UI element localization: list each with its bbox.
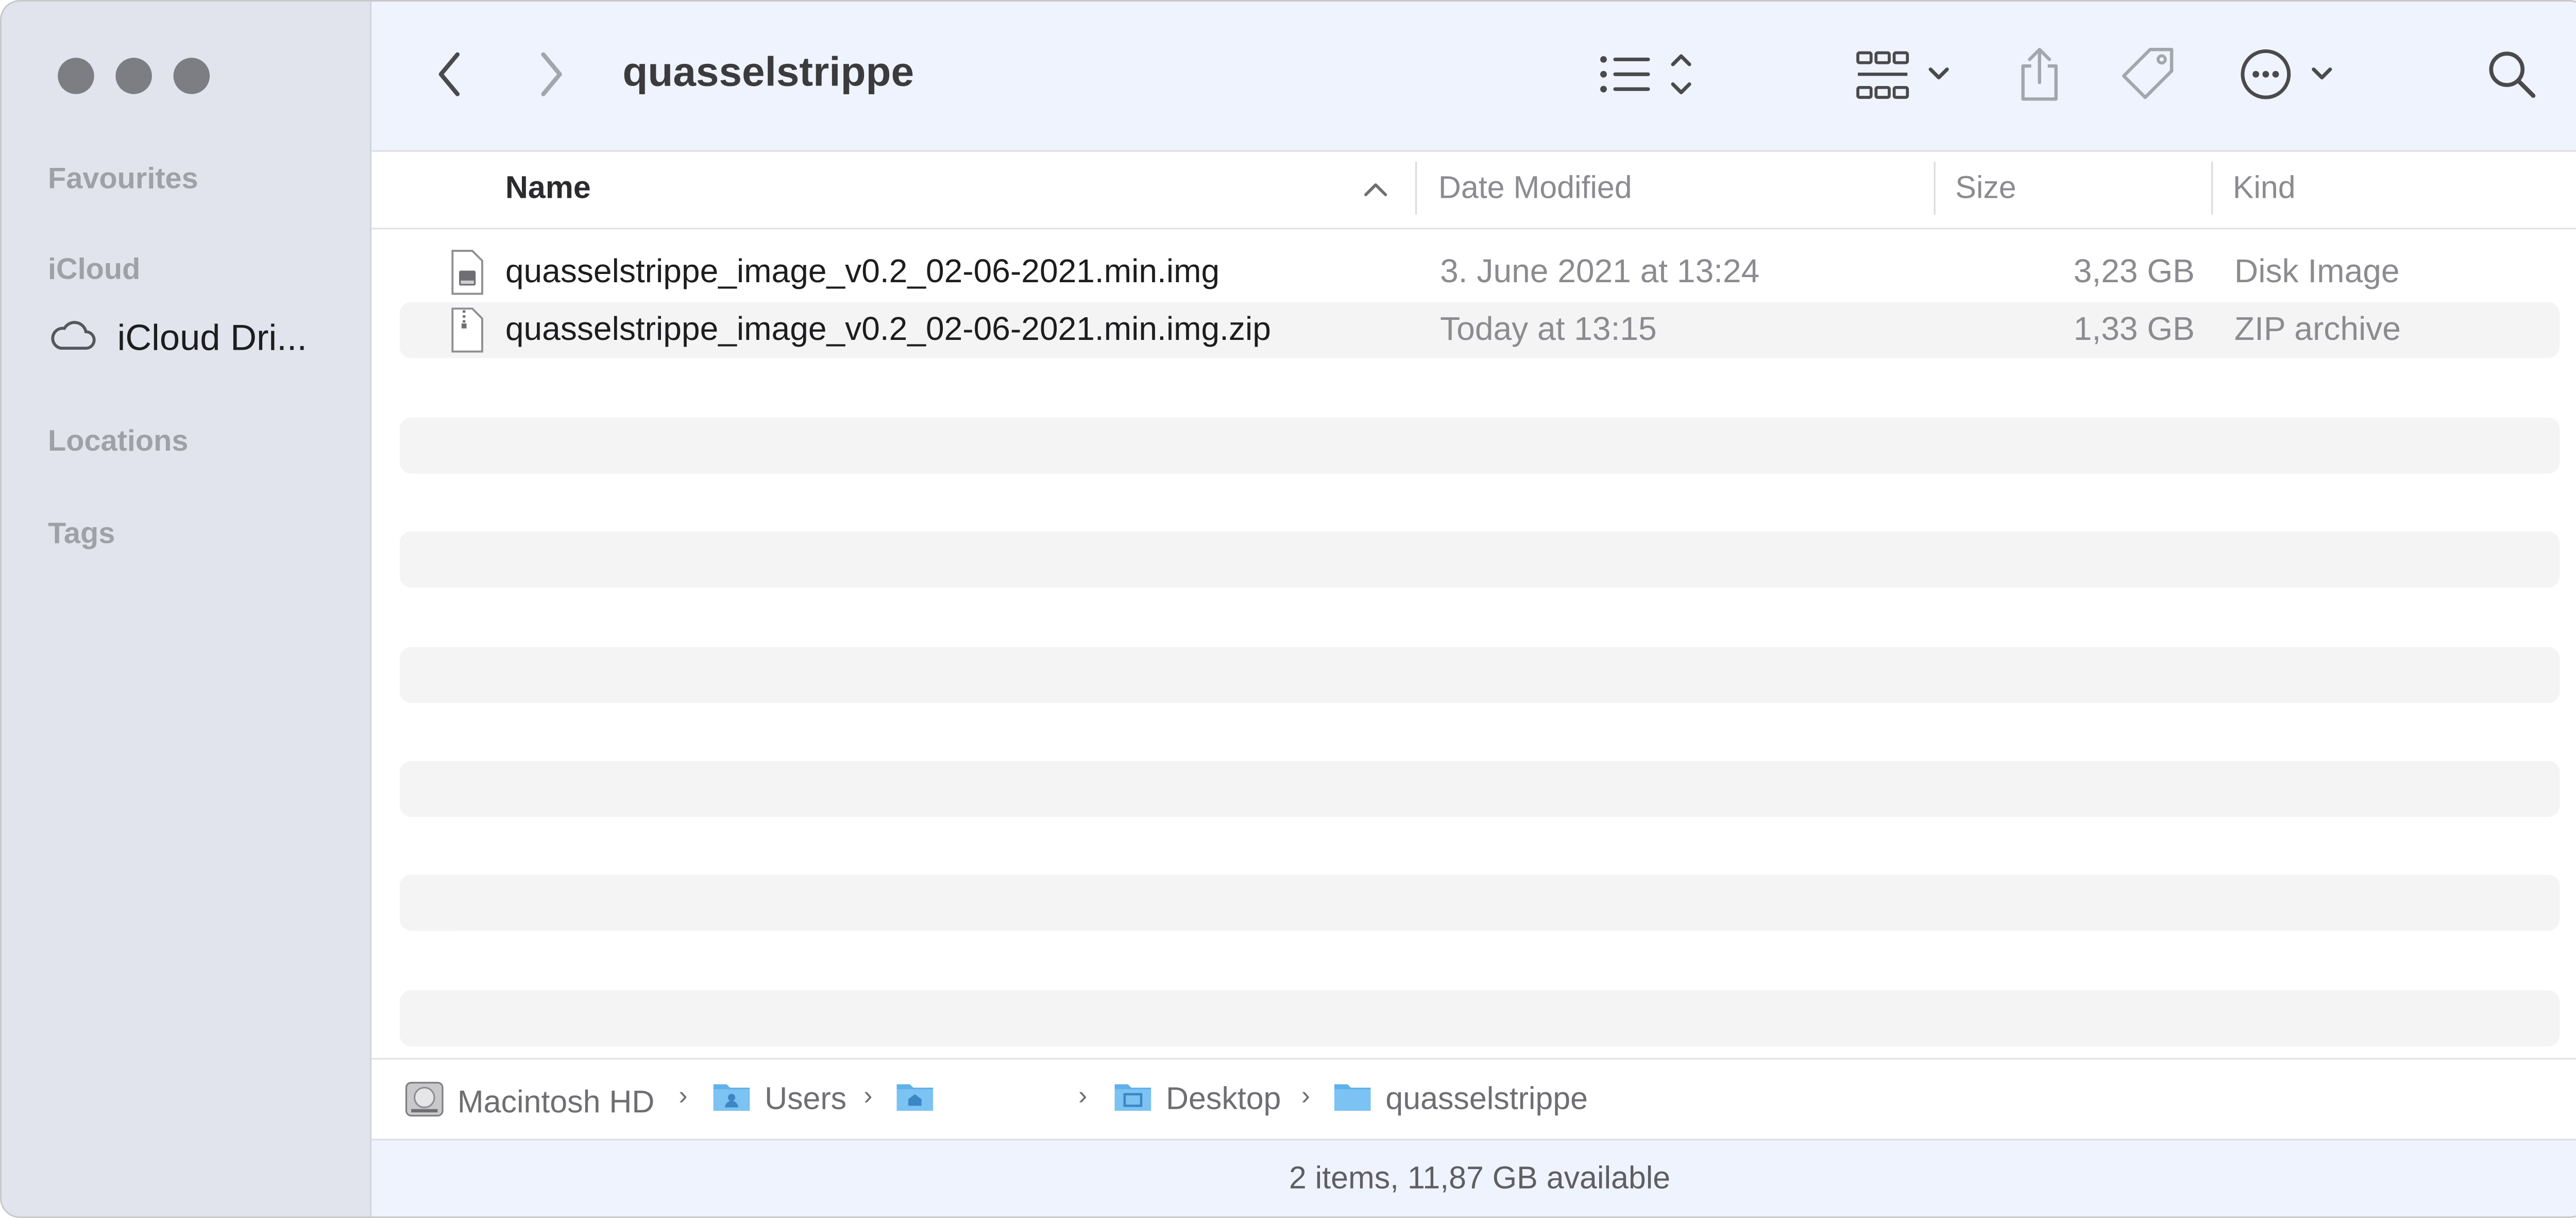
column-name[interactable]: Name bbox=[505, 171, 591, 208]
file-row[interactable]: quasselstrippe_image_v0.2_02-06-2021.min… bbox=[399, 302, 2560, 358]
empty-row-stripe bbox=[399, 874, 2560, 931]
path-bar: Macintosh HD › Users › › Desktop › quass… bbox=[371, 1058, 2576, 1139]
list-view-icon[interactable] bbox=[1597, 48, 1700, 104]
sort-ascending-icon[interactable] bbox=[1362, 178, 1388, 208]
file-size: 1,33 GB bbox=[2073, 312, 2195, 349]
chevron-right-icon: › bbox=[679, 1083, 688, 1111]
disk-image-file-icon bbox=[451, 249, 484, 304]
path-crumb-desktop[interactable]: Desktop bbox=[1113, 1079, 1281, 1121]
column-kind[interactable]: Kind bbox=[2233, 171, 2296, 208]
status-text: 2 items, 11,87 GB available bbox=[1289, 1162, 1671, 1197]
sidebar: Favourites iCloud iCloud Dri... Location… bbox=[2, 2, 372, 1216]
file-row[interactable]: quasselstrippe_image_v0.2_02-06-2021.min… bbox=[400, 244, 2560, 300]
file-name: quasselstrippe_image_v0.2_02-06-2021.min… bbox=[505, 254, 1220, 291]
column-separator[interactable] bbox=[2211, 162, 2213, 215]
sidebar-item-icloud-drive[interactable]: iCloud Dri... bbox=[48, 315, 307, 362]
path-crumb-label: Desktop bbox=[1166, 1082, 1281, 1117]
column-header: Name Date Modified Size Kind bbox=[371, 151, 2576, 230]
column-separator[interactable] bbox=[1415, 162, 1417, 215]
share-icon[interactable] bbox=[2013, 45, 2066, 104]
file-list: quasselstrippe_image_v0.2_02-06-2021.min… bbox=[371, 229, 2576, 1058]
back-icon[interactable] bbox=[425, 48, 474, 101]
path-crumb-quasselstrippe[interactable]: quasselstrippe bbox=[1333, 1079, 1588, 1121]
file-kind: ZIP archive bbox=[2234, 312, 2401, 349]
file-size: 3,23 GB bbox=[2073, 254, 2195, 291]
column-size[interactable]: Size bbox=[1955, 171, 2016, 208]
path-crumb-home[interactable] bbox=[895, 1079, 948, 1121]
users-folder-icon bbox=[712, 1079, 752, 1121]
status-bar: 2 items, 11,87 GB available bbox=[371, 1139, 2576, 1216]
path-crumb-label: Users bbox=[765, 1082, 847, 1117]
sidebar-heading-icloud[interactable]: iCloud bbox=[48, 252, 141, 287]
hard-drive-icon bbox=[404, 1079, 444, 1127]
search-icon[interactable] bbox=[2485, 48, 2538, 101]
minimize-window-button[interactable] bbox=[115, 58, 152, 94]
forward-icon[interactable] bbox=[527, 48, 577, 101]
zip-file-icon bbox=[451, 307, 484, 362]
close-window-button[interactable] bbox=[58, 58, 94, 94]
empty-row-stripe bbox=[399, 647, 2560, 704]
sidebar-heading-tags[interactable]: Tags bbox=[48, 517, 115, 551]
sidebar-item-label: iCloud Dri... bbox=[117, 317, 307, 358]
sidebar-heading-locations[interactable]: Locations bbox=[48, 424, 189, 459]
chevron-right-icon: › bbox=[863, 1083, 873, 1111]
zoom-window-button[interactable] bbox=[173, 58, 210, 94]
empty-row-stripe bbox=[399, 417, 2560, 474]
path-crumb-macintosh-hd[interactable]: Macintosh HD bbox=[404, 1079, 654, 1127]
empty-row-stripe bbox=[399, 531, 2560, 588]
screen: Favourites iCloud iCloud Dri... Location… bbox=[0, 0, 2576, 1218]
desktop-folder-icon bbox=[1113, 1079, 1153, 1121]
finder-window: Favourites iCloud iCloud Dri... Location… bbox=[0, 0, 2576, 1218]
column-separator[interactable] bbox=[1934, 162, 1936, 215]
file-kind: Disk Image bbox=[2234, 254, 2400, 291]
chevron-right-icon: › bbox=[1301, 1083, 1310, 1111]
path-crumb-users[interactable]: Users bbox=[712, 1079, 847, 1121]
empty-row-stripe bbox=[399, 990, 2560, 1047]
folder-icon bbox=[1333, 1079, 1372, 1121]
sidebar-heading-favourites[interactable]: Favourites bbox=[48, 162, 198, 196]
more-actions-icon[interactable] bbox=[2238, 46, 2340, 102]
empty-row-stripe bbox=[399, 761, 2560, 817]
cloud-icon bbox=[48, 318, 97, 359]
file-name: quasselstrippe_image_v0.2_02-06-2021.min… bbox=[505, 312, 1271, 349]
tag-icon[interactable] bbox=[2119, 45, 2178, 104]
path-crumb-label: Macintosh HD bbox=[457, 1085, 655, 1120]
home-folder-icon bbox=[895, 1079, 935, 1121]
path-crumb-label: quasselstrippe bbox=[1385, 1082, 1588, 1117]
window-title: quasselstrippe bbox=[622, 49, 914, 96]
chevron-right-icon: › bbox=[1078, 1083, 1088, 1111]
group-icon[interactable] bbox=[1855, 48, 1957, 104]
toolbar: quasselstrippe bbox=[371, 2, 2576, 152]
file-date-modified: 3. June 2021 at 13:24 bbox=[1440, 254, 1760, 291]
file-date-modified: Today at 13:15 bbox=[1440, 312, 1657, 349]
column-date-modified[interactable]: Date Modified bbox=[1438, 171, 1632, 208]
